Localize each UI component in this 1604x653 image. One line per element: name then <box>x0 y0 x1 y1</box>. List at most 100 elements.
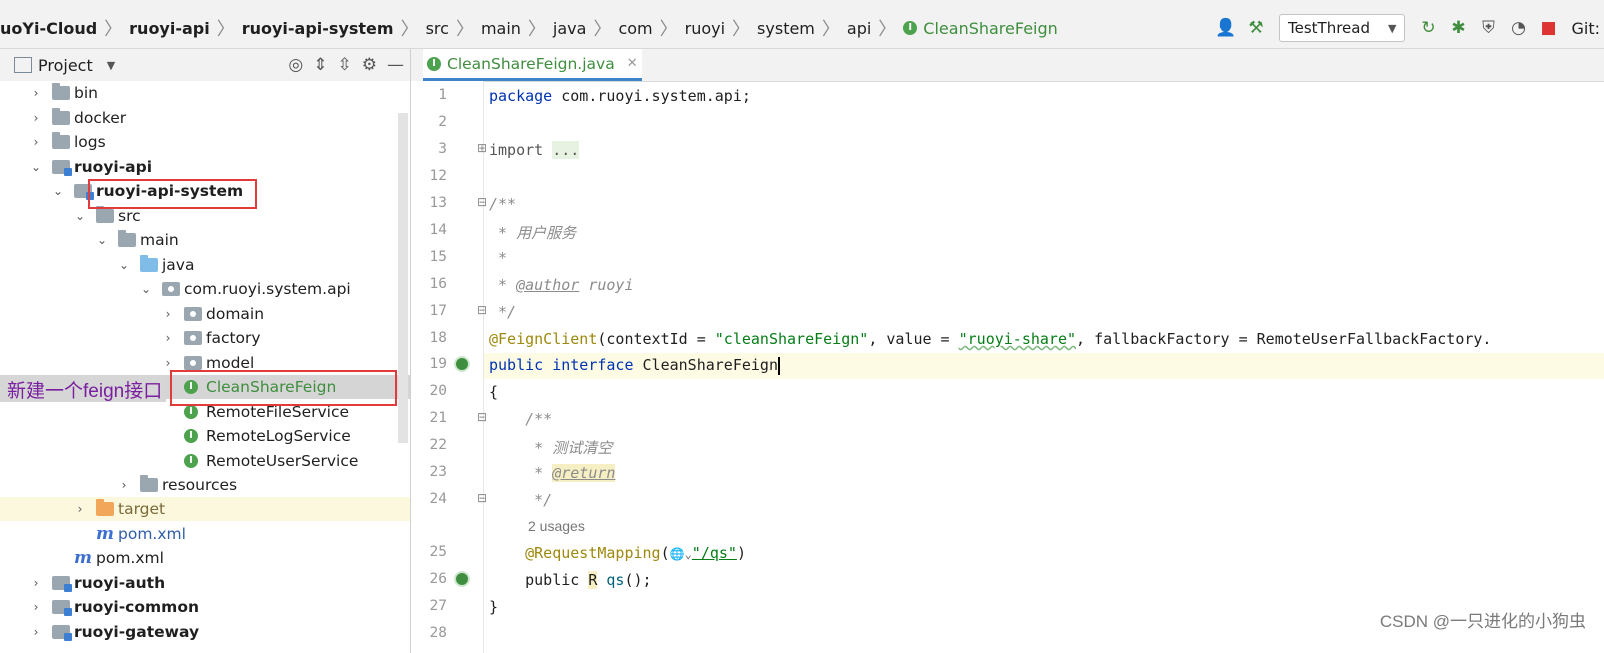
expand-all-icon[interactable]: ⇕ <box>313 55 327 75</box>
tree-item[interactable]: ⌄ main <box>0 228 410 252</box>
code-line: * 用户服务 <box>489 224 577 242</box>
tree-item[interactable]: › bin <box>0 81 410 105</box>
chevron-down-icon[interactable]: ⌄ <box>30 160 42 174</box>
chevron-right-icon[interactable]: › <box>30 600 42 614</box>
tree-item[interactable]: › ruoyi-common <box>0 595 410 619</box>
gear-icon[interactable]: ⚙ <box>362 55 377 75</box>
breadcrumb-separator: 〉 <box>732 19 751 40</box>
tree-item[interactable]: › domain <box>0 302 410 326</box>
breadcrumb-item[interactable]: com <box>618 19 652 38</box>
breadcrumb-item[interactable]: uoYi-Cloud <box>0 19 97 38</box>
close-icon[interactable]: ✕ <box>627 56 638 71</box>
breadcrumb-item[interactable]: java <box>553 19 587 38</box>
collapse-all-icon[interactable]: ⇳ <box>338 55 352 75</box>
tree-scrollbar[interactable] <box>398 113 408 443</box>
code-token: import <box>489 141 544 159</box>
project-panel-title[interactable]: Project <box>38 56 93 75</box>
rerun-icon[interactable]: ↻ <box>1413 13 1443 43</box>
tree-item[interactable]: › resources <box>0 473 410 497</box>
module-folder-icon <box>52 160 72 176</box>
tree-item[interactable]: I RemoteUserService <box>0 449 410 473</box>
excluded-folder-icon <box>96 499 114 516</box>
tree-item[interactable]: m pom.xml <box>0 546 410 570</box>
breadcrumb-item[interactable]: ruoyi-api <box>129 19 210 38</box>
line-number: 17 <box>429 303 447 319</box>
code-token: @return <box>552 464 616 482</box>
chevron-right-icon[interactable]: › <box>74 502 86 516</box>
tree-item[interactable]: › ruoyi-auth <box>0 571 410 595</box>
breadcrumb-separator: 〉 <box>821 19 840 40</box>
code-token: "ruoyi-share" <box>958 330 1077 348</box>
code-token: @author <box>516 276 580 294</box>
module-folder-icon <box>52 576 72 592</box>
chevron-right-icon[interactable]: › <box>30 86 42 100</box>
breadcrumb-separator: 〉 <box>527 19 546 40</box>
tree-item[interactable]: m pom.xml <box>0 522 410 546</box>
chevron-right-icon[interactable]: › <box>30 111 42 125</box>
chevron-right-icon[interactable]: › <box>30 625 42 639</box>
tree-item[interactable]: ⌄ ruoyi-api <box>0 155 410 179</box>
chevron-right-icon[interactable]: › <box>162 331 174 345</box>
stop-icon[interactable]: ■ <box>1533 13 1563 43</box>
breadcrumb-item[interactable]: CleanShareFeign <box>923 19 1058 38</box>
tree-item[interactable]: › ruoyi-gateway <box>0 620 410 644</box>
folder-icon <box>96 206 114 223</box>
project-panel-header: Project ▼ ◎ ⇕ ⇳ ⚙ — <box>0 49 410 82</box>
breadcrumb-item[interactable]: api <box>847 19 871 38</box>
tree-item[interactable]: ⌄ com.ruoyi.system.api <box>0 277 410 301</box>
globe-icon[interactable]: 🌐⌄ <box>670 547 692 561</box>
line-number: 3 <box>438 141 447 157</box>
git-label[interactable]: Git: <box>1571 19 1604 38</box>
tree-item[interactable]: › docker <box>0 106 410 130</box>
implementation-gutter-icon[interactable] <box>454 571 470 587</box>
breadcrumb-item[interactable]: main <box>481 19 521 38</box>
chevron-down-icon[interactable]: ▼ <box>107 59 115 72</box>
line-number: 22 <box>429 437 447 453</box>
line-number: 21 <box>429 410 447 426</box>
coverage-icon[interactable]: ⛨ <box>1473 13 1503 43</box>
interface-icon: I <box>184 454 198 468</box>
breadcrumb-item[interactable]: src <box>426 19 449 38</box>
code-line: @RequestMapping(🌐⌄"/qs") <box>489 544 746 562</box>
chevron-down-icon[interactable]: ⌄ <box>52 184 64 198</box>
breadcrumb-item[interactable]: ruoyi-api-system <box>242 19 394 38</box>
module-folder-icon <box>52 625 72 641</box>
implementation-gutter-icon[interactable] <box>454 356 470 372</box>
tree-item[interactable]: ⌄ java <box>0 253 410 277</box>
chevron-right-icon[interactable]: › <box>162 356 174 370</box>
tree-item[interactable]: › logs <box>0 130 410 154</box>
code-token: ruoyi <box>579 276 634 294</box>
tree-item-label: bin <box>74 84 98 102</box>
tree-item-label: domain <box>206 305 265 323</box>
code-token[interactable]: "/qs" <box>692 544 737 562</box>
hide-panel-icon[interactable]: — <box>387 55 404 75</box>
breadcrumb-item[interactable]: ruoyi <box>685 19 725 38</box>
run-config-select[interactable]: TestThread ▼ <box>1279 14 1406 42</box>
tree-item-label: ruoyi-api <box>74 158 153 176</box>
tree-item[interactable]: › target <box>0 497 410 521</box>
user-icon[interactable]: 👤 <box>1211 13 1241 43</box>
usages-hint[interactable]: 2 usages <box>528 518 585 534</box>
maven-icon: m <box>96 524 114 544</box>
chevron-down-icon[interactable]: ⌄ <box>96 233 108 247</box>
tree-item[interactable]: I RemoteLogService <box>0 424 410 448</box>
project-view-icon <box>14 57 32 73</box>
code-line: * <box>489 249 508 267</box>
debug-bug-icon[interactable]: ✱ <box>1443 13 1473 43</box>
breadcrumb-item[interactable]: system <box>757 19 815 38</box>
locate-file-icon[interactable]: ◎ <box>288 55 303 75</box>
editor-tab[interactable]: I CleanShareFeign.java ✕ <box>423 49 642 81</box>
chevron-right-icon[interactable]: › <box>118 478 130 492</box>
build-hammer-icon[interactable]: ⚒ <box>1241 13 1271 43</box>
tree-item[interactable]: › factory <box>0 326 410 350</box>
profile-icon[interactable]: ◔ <box>1503 13 1533 43</box>
chevron-right-icon[interactable]: › <box>30 135 42 149</box>
chevron-down-icon[interactable]: ⌄ <box>118 258 130 272</box>
code-editor[interactable]: package com.ruoyi.system.api; import ...… <box>484 81 1604 653</box>
chevron-right-icon[interactable]: › <box>162 307 174 321</box>
chevron-right-icon[interactable]: › <box>30 576 42 590</box>
chevron-down-icon[interactable]: ⌄ <box>74 209 86 223</box>
folded-imports[interactable]: ... <box>552 141 580 159</box>
chevron-down-icon[interactable]: ⌄ <box>140 282 152 296</box>
menu-bar[interactable] <box>0 0 1604 8</box>
